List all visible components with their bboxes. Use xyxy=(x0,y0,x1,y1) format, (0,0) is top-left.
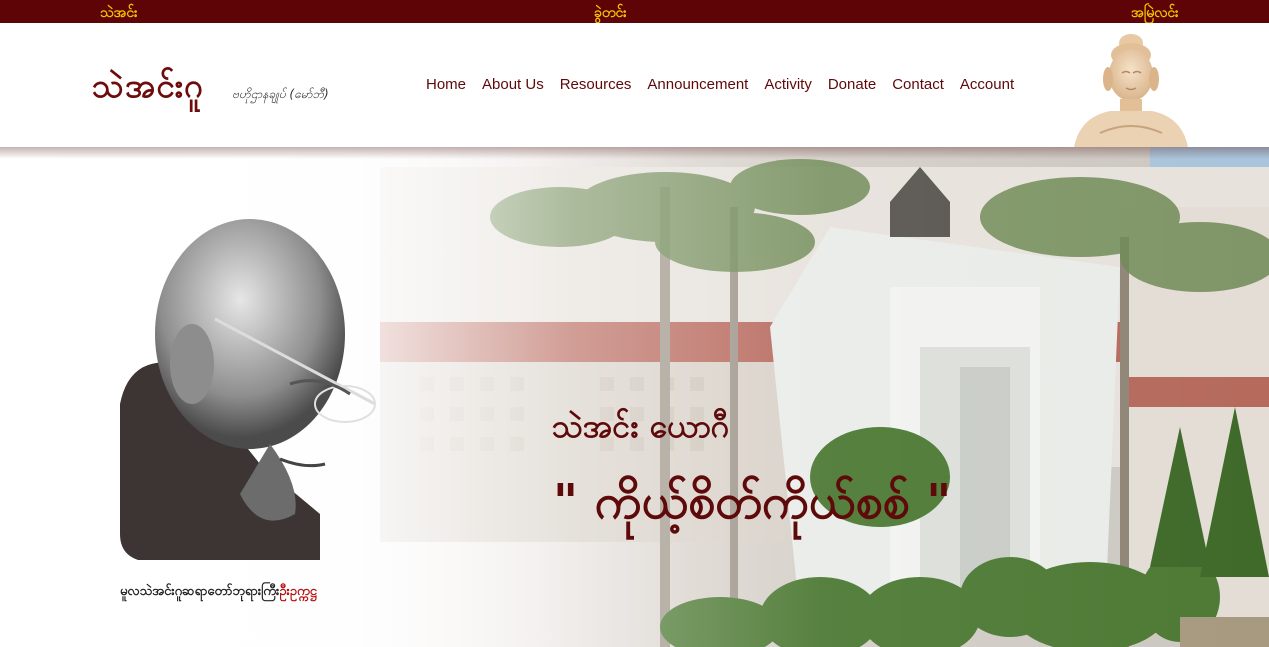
banner-text-right: အမြဲလင်း xyxy=(1131,5,1179,21)
nav-account[interactable]: Account xyxy=(960,76,1014,93)
logo-title[interactable]: သဲအင်းဂူ xyxy=(92,65,204,114)
nav-about-us[interactable]: About Us xyxy=(482,76,544,93)
buddha-statue-image xyxy=(1074,34,1188,147)
nav-activity[interactable]: Activity xyxy=(764,76,812,93)
nav-announcement[interactable]: Announcement xyxy=(647,76,748,93)
nav-contact[interactable]: Contact xyxy=(892,76,944,93)
caption-prefix: မူလသဲအင်းဂူဆရာတော်ဘုရားကြီး xyxy=(120,584,280,599)
banner-text-left: သဲအင်း xyxy=(100,5,138,21)
hero-title: သဲအင်း ယောဂီ xyxy=(552,407,730,445)
top-banner: သဲအင်း ခွဲတင်း အမြဲလင်း xyxy=(0,0,1269,23)
hero-banner: မူလသဲအင်းဂူဆရာတော်ဘုရားကြီးဦးဥက္ကဋ္ဌ သဲအ… xyxy=(0,147,1269,647)
monk-portrait-image xyxy=(120,219,376,560)
banner-text-middle: ခွဲတင်း xyxy=(594,5,627,21)
nav-donate[interactable]: Donate xyxy=(828,76,876,93)
nav-resources[interactable]: Resources xyxy=(560,76,632,93)
logo-subtitle: ဗဟိုဌာနချုပ် (မော်ဘီ) xyxy=(232,87,329,101)
header-shadow xyxy=(0,147,1269,159)
portrait-caption: မူလသဲအင်းဂူဆရာတော်ဘုရားကြီးဦးဥက္ကဋ္ဌ xyxy=(120,583,317,602)
main-nav: Home About Us Resources Announcement Act… xyxy=(426,76,1030,93)
nav-home[interactable]: Home xyxy=(426,76,466,93)
hero-quote: " ကိုယ့်စိတ်ကိုယ်စစ် " xyxy=(553,474,952,530)
caption-name: ဦးဥက္ကဋ္ဌ xyxy=(279,584,317,599)
